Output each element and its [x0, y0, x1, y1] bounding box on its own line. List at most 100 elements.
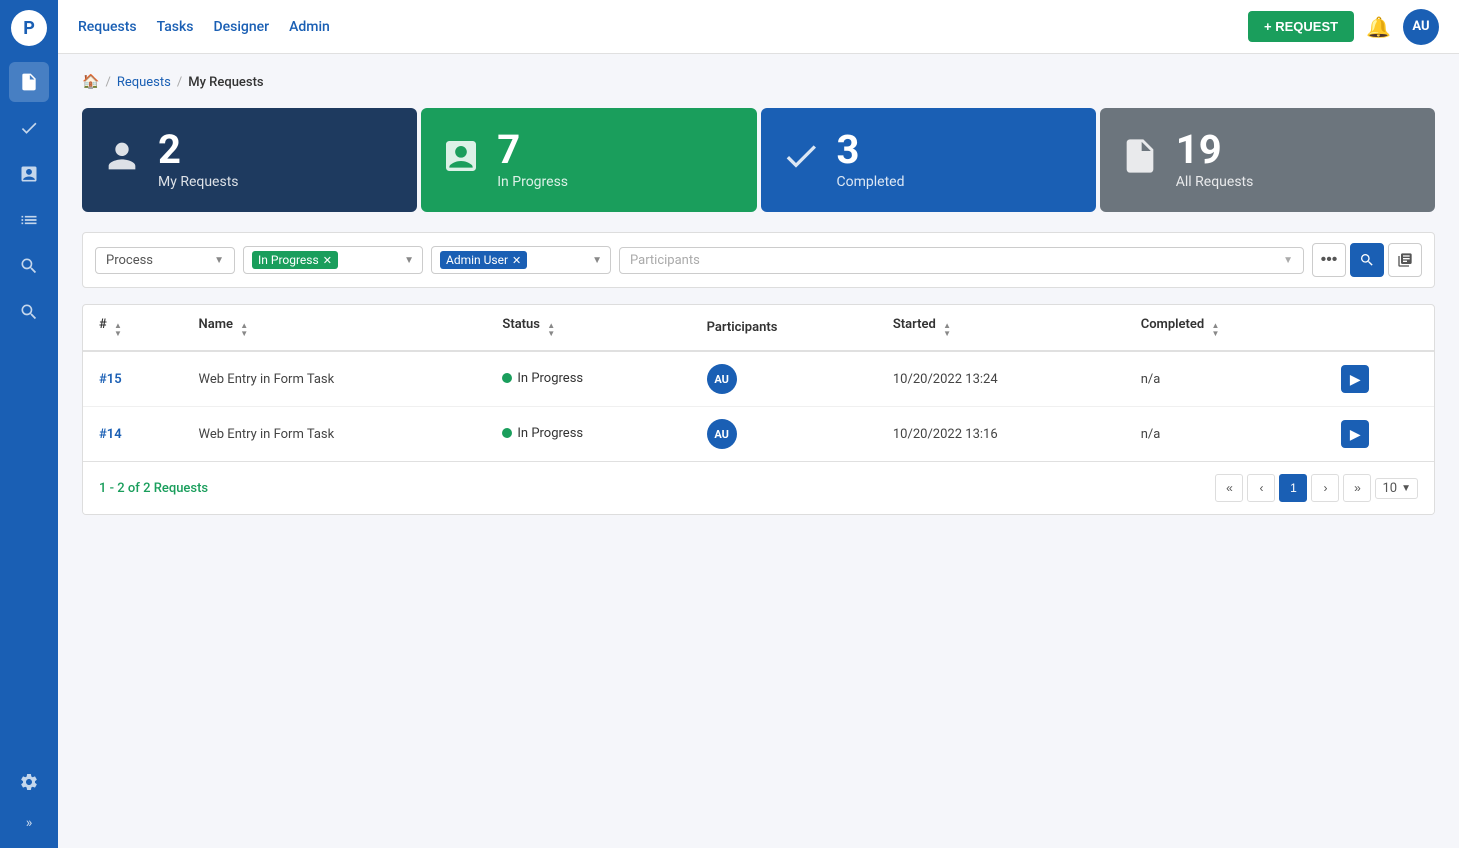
filter-more-button[interactable]: ••• — [1312, 243, 1346, 277]
nav-links: Requests Tasks Designer Admin — [78, 19, 1224, 35]
filter-bar: Process ▼ In Progress ✕ ▼ Admin User ✕ ▼… — [82, 232, 1435, 288]
in-progress-icon — [441, 136, 481, 185]
my-requests-number: 2 — [158, 130, 239, 170]
user-tag-remove[interactable]: ✕ — [512, 254, 521, 267]
participants-filter[interactable]: Participants ▼ — [619, 247, 1304, 274]
status-filter-chevron-icon[interactable]: ▼ — [404, 255, 414, 266]
all-requests-label: All Requests — [1176, 174, 1254, 190]
nav-admin[interactable]: Admin — [289, 19, 330, 35]
status-dot-icon — [502, 373, 512, 383]
app-logo[interactable]: P — [11, 10, 47, 46]
page-prev-button[interactable]: ‹ — [1247, 474, 1275, 502]
sidebar-item-requests[interactable] — [9, 62, 49, 102]
nav-requests[interactable]: Requests — [78, 19, 137, 35]
pagination-summary: 1 - 2 of 2 Requests — [99, 481, 208, 496]
col-started[interactable]: Started ▲▼ — [877, 305, 1125, 351]
filter-view-button[interactable] — [1388, 243, 1422, 277]
page-last-button[interactable]: » — [1343, 474, 1371, 502]
stats-row: 2 My Requests 7 In Progress 3 — [82, 108, 1435, 212]
cell-completed: n/a — [1125, 407, 1326, 462]
sidebar-item-tasks[interactable] — [9, 108, 49, 148]
table-header-row: # ▲▼ Name ▲▼ Status ▲▼ Participants Star… — [83, 305, 1434, 351]
main-content: Requests Tasks Designer Admin + REQUEST … — [58, 0, 1459, 848]
user-filter[interactable]: Admin User ✕ ▼ — [431, 246, 611, 274]
nav-tasks[interactable]: Tasks — [157, 19, 194, 35]
in-progress-number: 7 — [497, 130, 568, 170]
sidebar-item-search1[interactable] — [9, 246, 49, 286]
sidebar: P » — [0, 0, 58, 848]
status-badge: In Progress — [502, 426, 583, 441]
requests-table: # ▲▼ Name ▲▼ Status ▲▼ Participants Star… — [82, 304, 1435, 515]
user-filter-chevron-icon[interactable]: ▼ — [592, 255, 602, 266]
cell-participants: AU — [691, 407, 877, 462]
filter-actions: ••• — [1312, 243, 1422, 277]
process-filter[interactable]: Process ▼ — [95, 247, 235, 274]
status-dot-icon — [502, 428, 512, 438]
stat-card-my-requests[interactable]: 2 My Requests — [82, 108, 417, 212]
pagination-row: 1 - 2 of 2 Requests « ‹ 1 › » 10 ▼ — [83, 461, 1434, 514]
cell-name: Web Entry in Form Task — [183, 407, 487, 462]
cell-started: 10/20/2022 13:24 — [877, 351, 1125, 407]
request-id-link[interactable]: #15 — [99, 372, 122, 387]
sidebar-item-settings[interactable] — [9, 762, 49, 802]
page-1-button[interactable]: 1 — [1279, 474, 1307, 502]
completed-number: 3 — [837, 130, 905, 170]
user-tag: Admin User ✕ — [440, 251, 527, 269]
page-first-button[interactable]: « — [1215, 474, 1243, 502]
col-actions — [1325, 305, 1434, 351]
col-participants: Participants — [691, 305, 877, 351]
status-badge: In Progress — [502, 371, 583, 386]
my-requests-label: My Requests — [158, 174, 239, 190]
completed-label: Completed — [837, 174, 905, 190]
stat-card-in-progress[interactable]: 7 In Progress — [421, 108, 756, 212]
status-tag: In Progress ✕ — [252, 251, 338, 269]
request-id-link[interactable]: #14 — [99, 427, 122, 442]
breadcrumb: 🏠 / Requests / My Requests — [82, 74, 1435, 90]
cell-completed: n/a — [1125, 351, 1326, 407]
page-size-select[interactable]: 10 ▼ — [1375, 478, 1418, 499]
cell-name: Web Entry in Form Task — [183, 351, 487, 407]
in-progress-label: In Progress — [497, 174, 568, 190]
cell-status: In Progress — [486, 407, 690, 462]
top-navigation: Requests Tasks Designer Admin + REQUEST … — [58, 0, 1459, 54]
status-tag-remove[interactable]: ✕ — [323, 254, 332, 267]
status-filter[interactable]: In Progress ✕ ▼ — [243, 246, 423, 274]
cell-participants: AU — [691, 351, 877, 407]
row-action-button[interactable]: ▶ — [1341, 420, 1369, 448]
table-row: #14 Web Entry in Form Task In Progress A… — [83, 407, 1434, 462]
participant-avatar: AU — [707, 364, 737, 394]
stat-card-completed[interactable]: 3 Completed — [761, 108, 1096, 212]
table-row: #15 Web Entry in Form Task In Progress A… — [83, 351, 1434, 407]
stat-card-all-requests[interactable]: 19 All Requests — [1100, 108, 1435, 212]
sidebar-item-list[interactable] — [9, 200, 49, 240]
home-icon[interactable]: 🏠 — [82, 74, 99, 90]
col-id[interactable]: # ▲▼ — [83, 305, 183, 351]
col-name[interactable]: Name ▲▼ — [183, 305, 487, 351]
participants-placeholder: Participants — [630, 253, 700, 268]
pagination-controls: « ‹ 1 › » 10 ▼ — [1215, 474, 1418, 502]
cell-action: ▶ — [1325, 407, 1434, 462]
new-request-button[interactable]: + REQUEST — [1248, 11, 1354, 42]
breadcrumb-current: My Requests — [188, 75, 263, 90]
process-chevron-icon: ▼ — [214, 255, 224, 266]
col-completed[interactable]: Completed ▲▼ — [1125, 305, 1326, 351]
nav-designer[interactable]: Designer — [213, 19, 269, 35]
breadcrumb-requests[interactable]: Requests — [117, 75, 171, 90]
sidebar-item-inbox[interactable] — [9, 154, 49, 194]
cell-id: #15 — [83, 351, 183, 407]
my-requests-icon — [102, 136, 142, 185]
user-avatar[interactable]: AU — [1403, 9, 1439, 45]
participants-chevron-icon: ▼ — [1283, 255, 1293, 266]
page-next-button[interactable]: › — [1311, 474, 1339, 502]
col-status[interactable]: Status ▲▼ — [486, 305, 690, 351]
sidebar-expand-button[interactable]: » — [9, 808, 49, 838]
nav-actions: + REQUEST 🔔 AU — [1248, 9, 1439, 45]
completed-icon — [781, 136, 821, 185]
cell-started: 10/20/2022 13:16 — [877, 407, 1125, 462]
notifications-bell-icon[interactable]: 🔔 — [1366, 15, 1391, 39]
row-action-button[interactable]: ▶ — [1341, 365, 1369, 393]
cell-action: ▶ — [1325, 351, 1434, 407]
cell-id: #14 — [83, 407, 183, 462]
sidebar-item-search2[interactable] — [9, 292, 49, 332]
filter-search-button[interactable] — [1350, 243, 1384, 277]
